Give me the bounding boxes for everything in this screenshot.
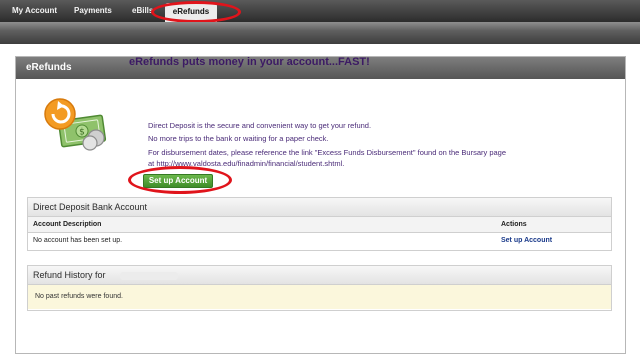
promo-line: No more trips to the bank or waiting for…: [148, 134, 329, 143]
column-actions: Actions: [501, 221, 527, 228]
table-header: Account Description Actions: [28, 217, 611, 233]
promo-line: Direct Deposit is the secure and conveni…: [148, 121, 372, 130]
refund-history-title: Refund History for: [33, 270, 106, 280]
tab-my-account[interactable]: My Account: [8, 0, 61, 22]
setup-account-button[interactable]: Set up Account: [143, 174, 213, 188]
direct-deposit-section: Direct Deposit Bank Account Account Desc…: [27, 197, 612, 251]
tab-payments[interactable]: Payments: [70, 0, 116, 22]
no-refunds-message: No past refunds were found.: [28, 285, 611, 309]
table-row: No account has been set up. Set up Accou…: [28, 233, 611, 249]
top-nav: My Account Payments eBills eRefunds: [0, 0, 640, 22]
no-account-text: No account has been set up.: [33, 237, 123, 244]
refund-history-section: Refund History for No past refunds were …: [27, 265, 612, 311]
promo-headline: eRefunds puts money in your account...FA…: [129, 56, 370, 68]
money-refund-icon: $: [44, 98, 107, 151]
tab-erefunds[interactable]: eRefunds: [165, 3, 217, 22]
promo-line: For disbursement dates, please reference…: [148, 148, 507, 157]
svg-text:$: $: [79, 128, 85, 138]
redacted-name: [120, 272, 178, 280]
refund-history-title-bar: Refund History for: [28, 266, 611, 285]
tab-ebills[interactable]: eBills: [128, 0, 157, 22]
header-band: [0, 22, 640, 44]
setup-account-link[interactable]: Set up Account: [501, 237, 552, 244]
direct-deposit-title: Direct Deposit Bank Account: [28, 198, 611, 217]
column-account-description: Account Description: [33, 221, 102, 228]
promo-line: at http://www.valdosta.edu/finadmin/fina…: [148, 159, 345, 168]
